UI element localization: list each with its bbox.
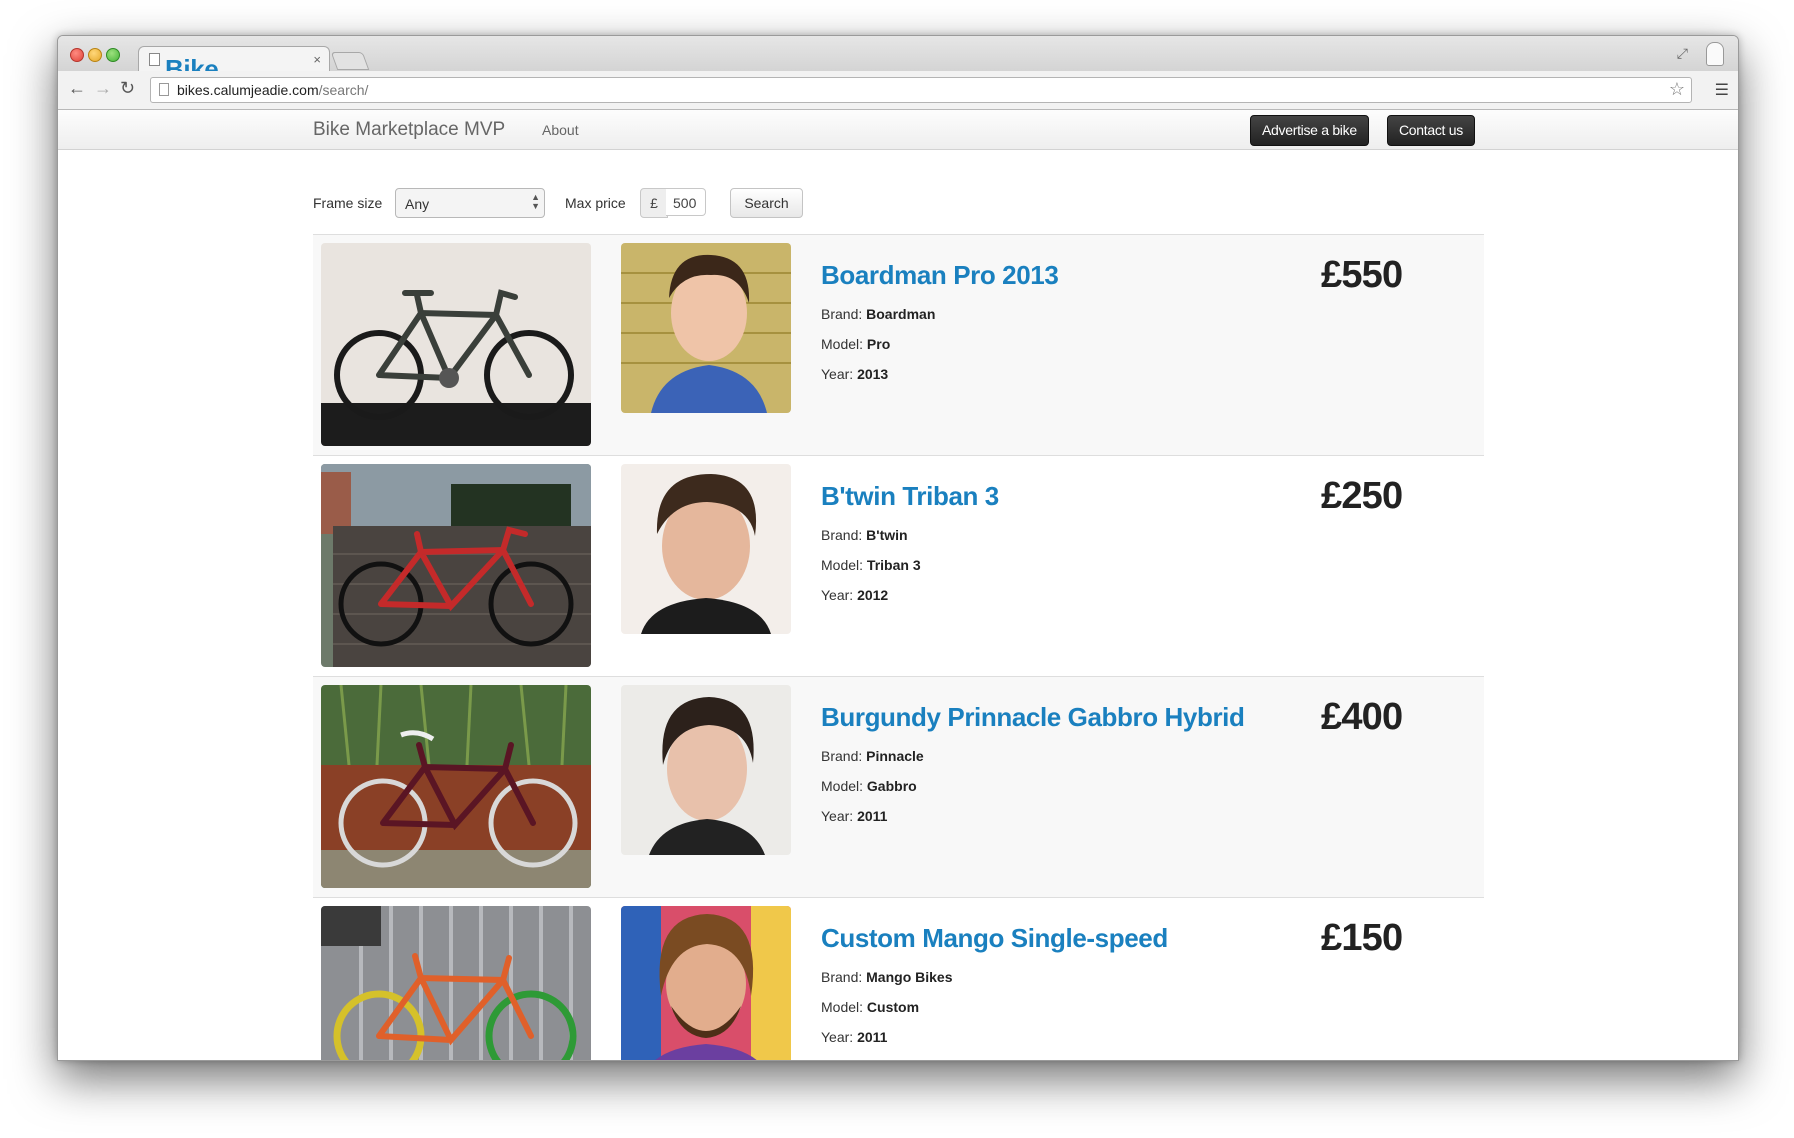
browser-tab[interactable]: Bike Marketplace MVP | × xyxy=(138,46,330,146)
max-price-label: Max price xyxy=(565,195,626,211)
tab-close-icon[interactable]: × xyxy=(313,52,321,67)
seller-photo[interactable] xyxy=(621,464,791,634)
frame-size-select[interactable]: Any ▲ ▼ xyxy=(395,188,545,218)
back-arrow-icon[interactable]: ← xyxy=(68,78,86,99)
year-label: Year: xyxy=(821,808,858,824)
model-value: Custom xyxy=(866,999,920,1015)
close-window-icon[interactable] xyxy=(70,48,84,62)
model-label: Model: xyxy=(821,557,867,573)
brand-value: B'twin xyxy=(866,527,908,543)
listing-price: £150 xyxy=(1321,917,1403,959)
brand-value: Mango Bikes xyxy=(866,969,953,985)
site-brand[interactable]: Bike Marketplace MVP xyxy=(313,119,505,141)
year-value: 2011 xyxy=(857,808,888,824)
model-label: Model: xyxy=(821,336,867,352)
model-value: Triban 3 xyxy=(866,557,921,573)
year-value: 2013 xyxy=(857,366,889,382)
menu-icon[interactable]: ☰ xyxy=(1715,80,1729,100)
browser-window: Bike Marketplace MVP | × ⤢ ← → ↻ bikes.c… xyxy=(57,35,1739,1061)
seller-photo[interactable] xyxy=(621,906,791,1060)
forward-arrow-icon[interactable]: → xyxy=(94,78,112,99)
listing-brand: Brand: Mango Bikes xyxy=(821,969,953,985)
listing-price: £250 xyxy=(1321,475,1403,517)
listing-price: £400 xyxy=(1321,696,1403,738)
listing-title[interactable]: B'twin Triban 3 xyxy=(821,481,999,512)
listing-model: Model: Pro xyxy=(821,336,890,352)
listing-price: £550 xyxy=(1321,254,1403,296)
listing-brand: Brand: Pinnacle xyxy=(821,748,924,764)
year-value: 2011 xyxy=(857,1029,888,1045)
brand-label: Brand: xyxy=(821,748,867,764)
listing-row: Custom Mango Single-speed Brand: Mango B… xyxy=(313,897,1484,1060)
bike-photo[interactable] xyxy=(321,243,591,446)
url-text: bikes.calumjeadie.com/search/ xyxy=(177,82,368,98)
nav-about-link[interactable]: About xyxy=(542,122,579,138)
profile-icon[interactable] xyxy=(1706,42,1724,66)
contact-us-button[interactable]: Contact us xyxy=(1387,115,1475,146)
page-icon xyxy=(149,53,160,66)
brand-value: Pinnacle xyxy=(866,748,924,764)
listing-title[interactable]: Burgundy Prinnacle Gabbro Hybrid xyxy=(821,702,1245,733)
tab-strip: Bike Marketplace MVP | × ⤢ xyxy=(58,36,1738,146)
brand-label: Brand: xyxy=(821,527,867,543)
site-navbar: Bike Marketplace MVP About Advertise a b… xyxy=(58,110,1738,150)
year-label: Year: xyxy=(821,366,858,382)
select-arrows-icon: ▲ ▼ xyxy=(531,192,540,211)
model-label: Model: xyxy=(821,999,867,1015)
bike-photo[interactable] xyxy=(321,685,591,888)
listing-year: Year: 2012 xyxy=(821,587,888,603)
search-button[interactable]: Search xyxy=(730,188,803,218)
listing-list: Boardman Pro 2013 Brand: Boardman Model:… xyxy=(313,234,1484,1060)
listing-row: Burgundy Prinnacle Gabbro Hybrid Brand: … xyxy=(313,676,1484,897)
frame-size-label: Frame size xyxy=(313,195,383,211)
bookmark-star-icon[interactable]: ☆ xyxy=(1669,79,1685,100)
model-label: Model: xyxy=(821,778,867,794)
listing-brand: Brand: B'twin xyxy=(821,527,908,543)
listing-model: Model: Custom xyxy=(821,999,919,1015)
bike-photo[interactable] xyxy=(321,464,591,667)
model-value: Gabbro xyxy=(866,778,917,794)
currency-addon: £ xyxy=(640,188,668,218)
listing-brand: Brand: Boardman xyxy=(821,306,935,322)
page-content: Bike Marketplace MVP About Advertise a b… xyxy=(58,110,1738,1060)
bike-photo[interactable] xyxy=(321,906,591,1060)
model-value: Pro xyxy=(866,336,891,352)
zoom-window-icon[interactable] xyxy=(106,48,120,62)
brand-value: Boardman xyxy=(866,306,936,322)
seller-photo[interactable] xyxy=(621,243,791,413)
year-label: Year: xyxy=(821,1029,858,1045)
address-bar[interactable]: bikes.calumjeadie.com/search/ ☆ xyxy=(150,77,1692,103)
max-price-input[interactable]: 500 xyxy=(666,188,706,216)
listing-year: Year: 2011 xyxy=(821,1029,887,1045)
listing-title[interactable]: Custom Mango Single-speed xyxy=(821,923,1168,954)
year-value: 2012 xyxy=(857,587,889,603)
listing-model: Model: Gabbro xyxy=(821,778,917,794)
listing-row: B'twin Triban 3 Brand: B'twin Model: Tri… xyxy=(313,455,1484,676)
reload-icon[interactable]: ↻ xyxy=(120,78,135,99)
listing-year: Year: 2013 xyxy=(821,366,888,382)
page-icon xyxy=(159,83,169,96)
brand-label: Brand: xyxy=(821,969,867,985)
url-host: bikes.calumjeadie.com xyxy=(177,82,319,98)
advertise-bike-button[interactable]: Advertise a bike xyxy=(1250,115,1369,146)
listing-model: Model: Triban 3 xyxy=(821,557,921,573)
fullscreen-icon[interactable]: ⤢ xyxy=(1677,45,1688,62)
brand-label: Brand: xyxy=(821,306,867,322)
year-label: Year: xyxy=(821,587,858,603)
frame-size-value: Any xyxy=(405,196,430,212)
listing-year: Year: 2011 xyxy=(821,808,887,824)
listing-row: Boardman Pro 2013 Brand: Boardman Model:… xyxy=(313,234,1484,455)
new-tab-button[interactable] xyxy=(330,52,370,70)
browser-toolbar: ← → ↻ bikes.calumjeadie.com/search/ ☆ ☰ xyxy=(58,71,1738,110)
minimize-window-icon[interactable] xyxy=(88,48,102,62)
url-path: /search/ xyxy=(318,82,369,98)
listing-title[interactable]: Boardman Pro 2013 xyxy=(821,260,1059,291)
seller-photo[interactable] xyxy=(621,685,791,855)
